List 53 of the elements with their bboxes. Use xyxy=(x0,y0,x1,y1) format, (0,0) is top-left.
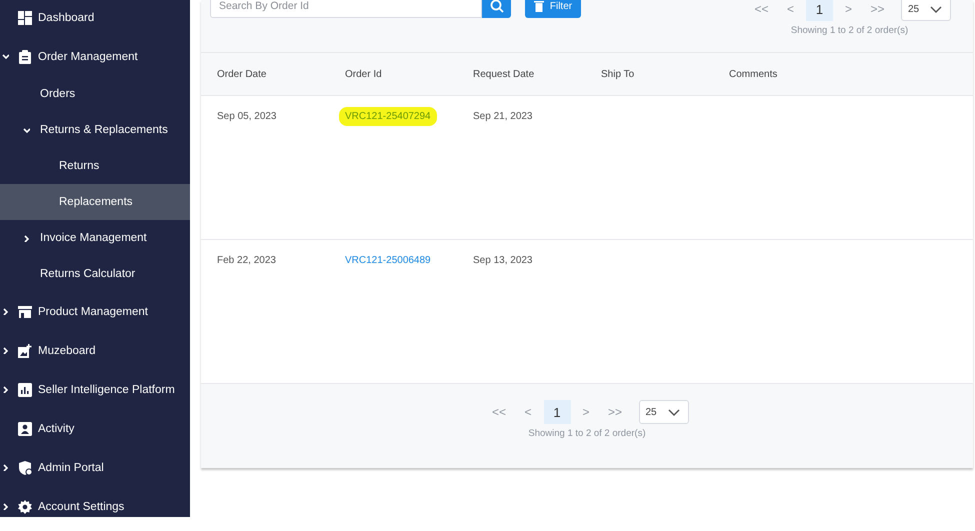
table-cell-text: Sep 13, 2023 xyxy=(473,255,534,266)
sidebar-item[interactable]: Order Management xyxy=(0,37,190,76)
trash-icon xyxy=(534,0,544,12)
chevron-right-icon xyxy=(2,308,9,315)
page-button[interactable]: 1 xyxy=(544,400,570,424)
page-size-dropdown[interactable]: 25 xyxy=(901,0,951,21)
sidebar-item[interactable]: Activity xyxy=(0,409,190,448)
contact-badge-icon xyxy=(18,422,32,436)
table-cell-text: Sep 05, 2023 xyxy=(217,111,278,122)
sidebar-item[interactable]: Muzeboard xyxy=(0,331,190,370)
pagination-summary: Showing 1 to 2 of 2 order(s) xyxy=(790,25,908,36)
sidebar-item[interactable]: Admin Portal xyxy=(0,448,190,487)
chevron-right-icon xyxy=(23,234,30,242)
sidebar-item[interactable]: Seller Intelligence Platform xyxy=(0,370,190,409)
column-header: Order Date xyxy=(217,68,268,80)
filter-button[interactable]: Filter xyxy=(525,0,581,18)
settings-icon xyxy=(18,500,32,514)
sidebar-item[interactable]: Invoice Management xyxy=(0,220,190,256)
storefront-icon xyxy=(18,304,32,318)
page-button[interactable]: 1 xyxy=(806,0,833,21)
sidebar-item[interactable]: Returns Calculator xyxy=(0,256,190,292)
search-icon xyxy=(490,0,504,13)
column-header: Request Date xyxy=(473,68,536,80)
chevron-down-icon xyxy=(23,126,30,134)
clipboard-icon xyxy=(18,50,32,64)
chevron-right-icon xyxy=(2,464,9,471)
sidebar-item[interactable]: Returns & Replacements xyxy=(0,112,190,148)
pagination-summary: Showing 1 to 2 of 2 order(s) xyxy=(528,428,646,439)
chevron-down-icon xyxy=(930,6,942,12)
bar-chart-icon xyxy=(18,382,32,396)
chevron-right-icon xyxy=(2,386,9,393)
sidebar-item[interactable]: Returns xyxy=(0,148,190,184)
column-header: Ship To xyxy=(601,68,636,80)
search-field[interactable]: Search By Order Id xyxy=(210,0,482,18)
dashboard-icon xyxy=(18,10,32,24)
chevron-right-icon xyxy=(2,347,9,354)
column-header: Order Id xyxy=(345,68,383,80)
sidebar-item[interactable]: Account Settings xyxy=(0,487,190,517)
column-header: Comments xyxy=(729,68,778,80)
shield-icon xyxy=(18,460,32,474)
page-size-dropdown[interactable]: 25 xyxy=(638,400,688,424)
order-id-link[interactable]: VRC121-25006489 xyxy=(345,255,431,266)
search-button[interactable] xyxy=(482,0,511,18)
table-cell-text: Sep 21, 2023 xyxy=(473,111,534,122)
chevron-down-icon xyxy=(668,408,680,416)
sidebar-item[interactable]: Replacements xyxy=(0,184,190,220)
chevron-down-icon xyxy=(2,53,9,60)
sidebar-item[interactable]: Product Management xyxy=(0,292,190,331)
table-cell-text: Feb 22, 2023 xyxy=(217,255,277,266)
sidebar-item[interactable]: Orders xyxy=(0,76,190,112)
image-add-icon xyxy=(18,344,32,358)
sidebar-item[interactable]: Dashboard xyxy=(0,0,190,37)
chevron-right-icon xyxy=(2,503,9,510)
